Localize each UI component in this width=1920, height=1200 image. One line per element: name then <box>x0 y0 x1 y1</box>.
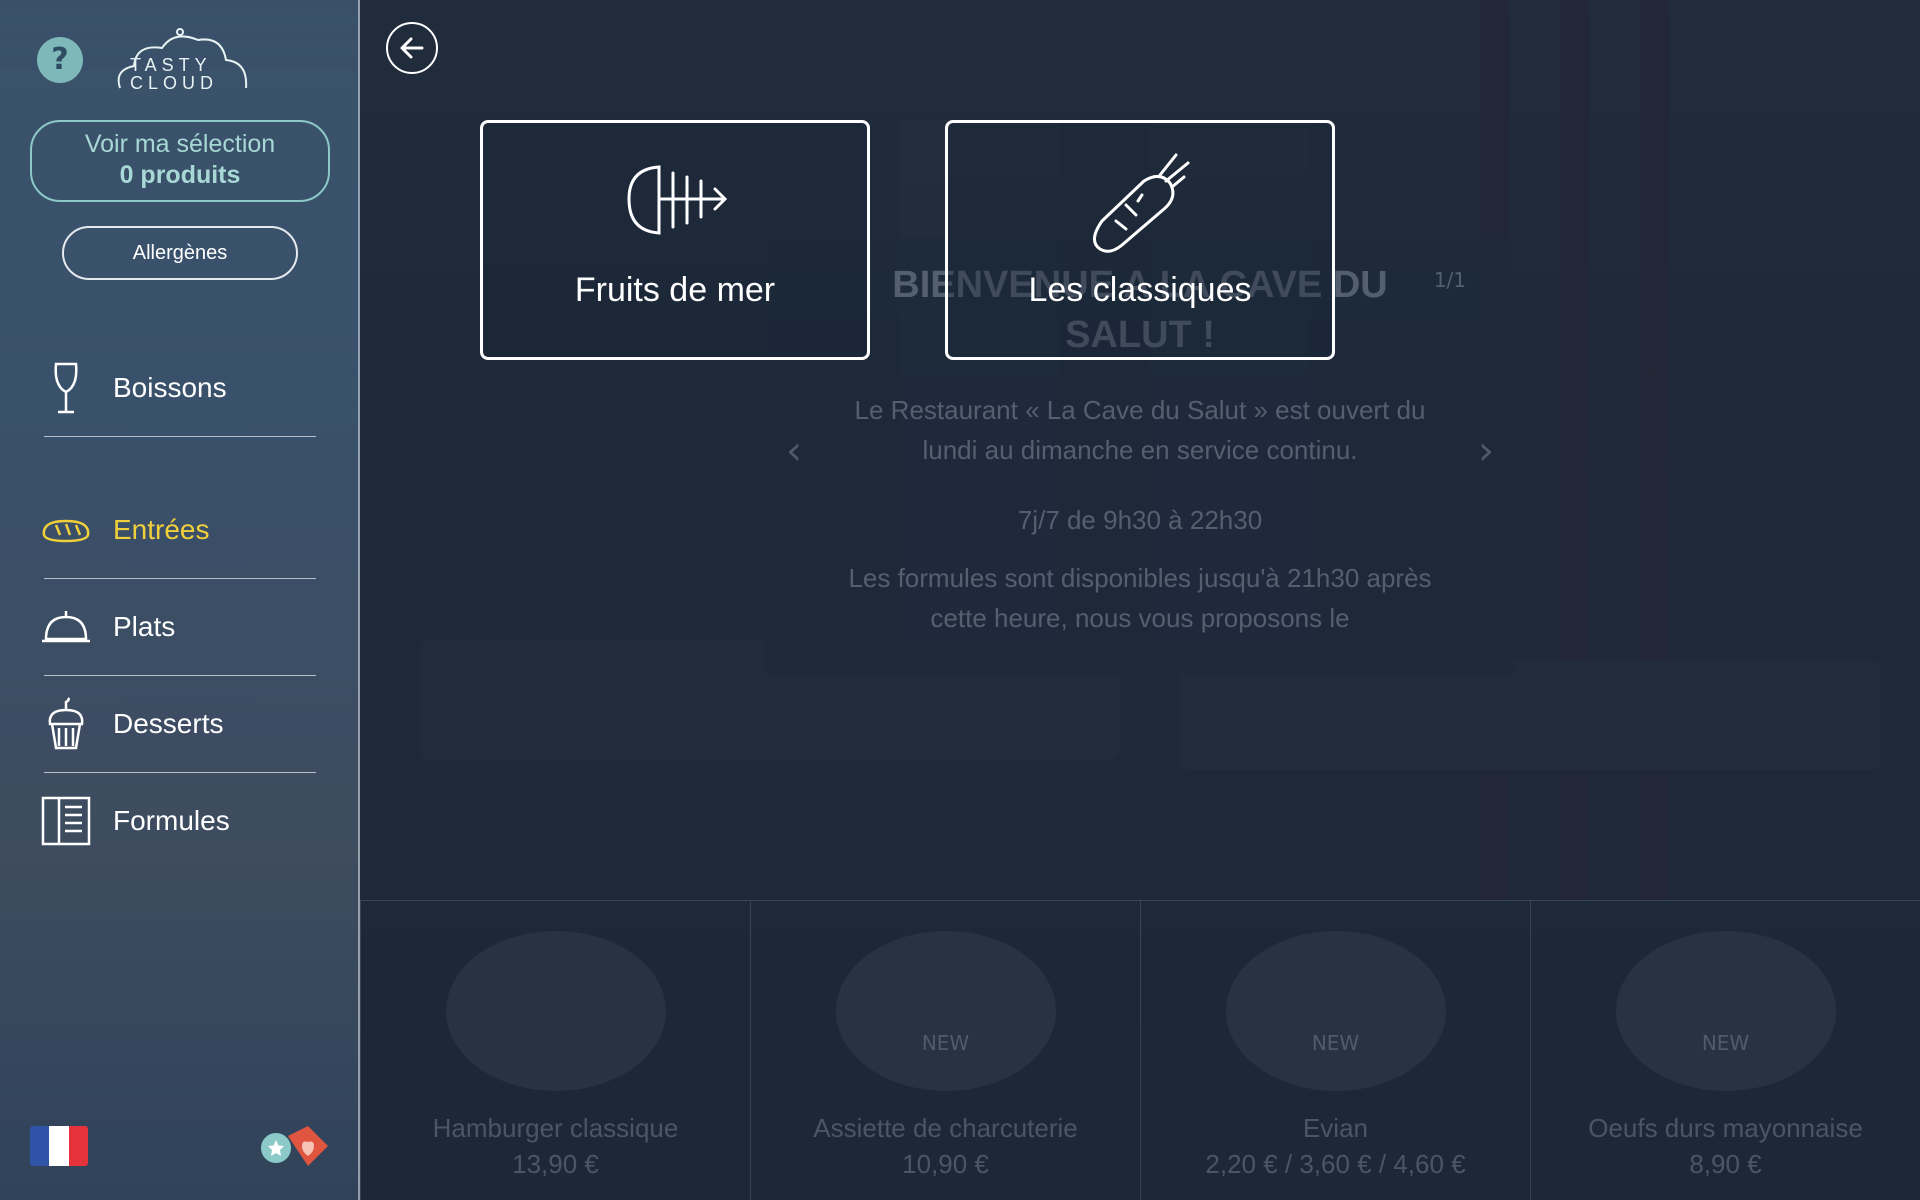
product-card: NEW Oeufs durs mayonnaise 8,90 € <box>1530 900 1920 1200</box>
welcome-paragraph: Les formules sont disponibles jusqu'à 21… <box>848 563 1432 633</box>
nav-label: Desserts <box>113 708 224 739</box>
product-price: 13,90 € <box>512 1149 599 1179</box>
selection-count: 0 produits <box>119 161 241 189</box>
nav-divider <box>44 772 316 773</box>
welcome-paragraph: 7j/7 de 9h30 à 22h30 <box>1017 505 1263 535</box>
nav-divider <box>44 578 316 579</box>
product-image <box>1615 931 1836 1091</box>
product-name: Evian <box>1302 1113 1369 1143</box>
nav-item-desserts[interactable]: Desserts <box>38 684 316 764</box>
allergens-button[interactable]: Allergènes <box>62 226 298 280</box>
product-card: NEW Evian 2,20 € / 3,60 € / 4,60 € <box>1140 900 1530 1200</box>
back-button[interactable] <box>386 22 438 74</box>
product-price: 2,20 € / 3,60 € / 4,60 € <box>1205 1149 1466 1179</box>
selection-label: Voir ma sélection <box>84 130 276 158</box>
arrow-left-icon <box>400 37 424 59</box>
product-card: NEW Assiette de charcuterie 10,90 € <box>750 900 1140 1200</box>
chevron-right-icon: › <box>1478 428 1494 474</box>
nav-label: Boissons <box>113 372 227 403</box>
product-price: 8,90 € <box>1689 1149 1762 1179</box>
carrot-icon <box>1093 153 1190 253</box>
product-card: Hamburger classique 13,90 € <box>360 900 750 1200</box>
category-les-classiques[interactable]: Les classiques <box>945 120 1335 360</box>
logo-text: TASTY CLOUD <box>130 55 219 93</box>
loyalty-icon[interactable] <box>258 1122 330 1172</box>
cloche-icon <box>38 599 94 655</box>
language-flag-fr[interactable] <box>30 1126 88 1166</box>
product-strip: Hamburger classique 13,90 € NEW Assiette… <box>360 900 1920 1200</box>
bread-icon <box>38 502 94 558</box>
nav-item-entrees[interactable]: Entrées <box>38 490 316 570</box>
nav-divider <box>44 675 316 676</box>
product-image <box>445 931 666 1091</box>
new-badge: NEW <box>1701 1031 1750 1055</box>
sidebar: ? TASTY CLOUD Voir ma sélection 0 produi… <box>0 0 360 1200</box>
help-button[interactable]: ? <box>37 37 83 83</box>
menu-book-icon <box>38 793 94 849</box>
nav-item-plats[interactable]: Plats <box>38 587 316 667</box>
product-price: 10,90 € <box>902 1149 989 1179</box>
nav-divider <box>44 436 316 437</box>
category-label: Les classiques <box>1028 271 1252 309</box>
view-selection-button[interactable]: Voir ma sélection 0 produits <box>30 120 330 202</box>
welcome-paragraph: Le Restaurant « La Cave du Salut » est o… <box>854 395 1426 465</box>
wine-glass-icon <box>38 360 94 416</box>
product-name: Oeufs durs mayonnaise <box>1588 1113 1863 1143</box>
chevron-left-icon: ‹ <box>786 428 802 474</box>
product-image <box>835 931 1056 1091</box>
product-name: Assiette de charcuterie <box>813 1113 1078 1143</box>
cupcake-icon <box>38 696 94 752</box>
nav-item-formules[interactable]: Formules <box>38 781 316 861</box>
nav-item-boissons[interactable]: Boissons <box>38 348 316 428</box>
product-image <box>1225 931 1446 1091</box>
new-badge: NEW <box>921 1031 970 1055</box>
nav-label: Plats <box>113 611 176 642</box>
tasty-cloud-logo: TASTY CLOUD <box>112 26 252 96</box>
product-name: Hamburger classique <box>432 1113 679 1143</box>
welcome-pager: 1/1 <box>1433 268 1466 292</box>
category-label: Fruits de mer <box>574 271 776 309</box>
new-badge: NEW <box>1311 1031 1360 1055</box>
fish-bone-icon <box>627 165 728 235</box>
category-fruits-de-mer[interactable]: Fruits de mer <box>480 120 870 360</box>
nav-label: Formules <box>113 805 230 836</box>
nav-label: Entrées <box>113 514 210 545</box>
